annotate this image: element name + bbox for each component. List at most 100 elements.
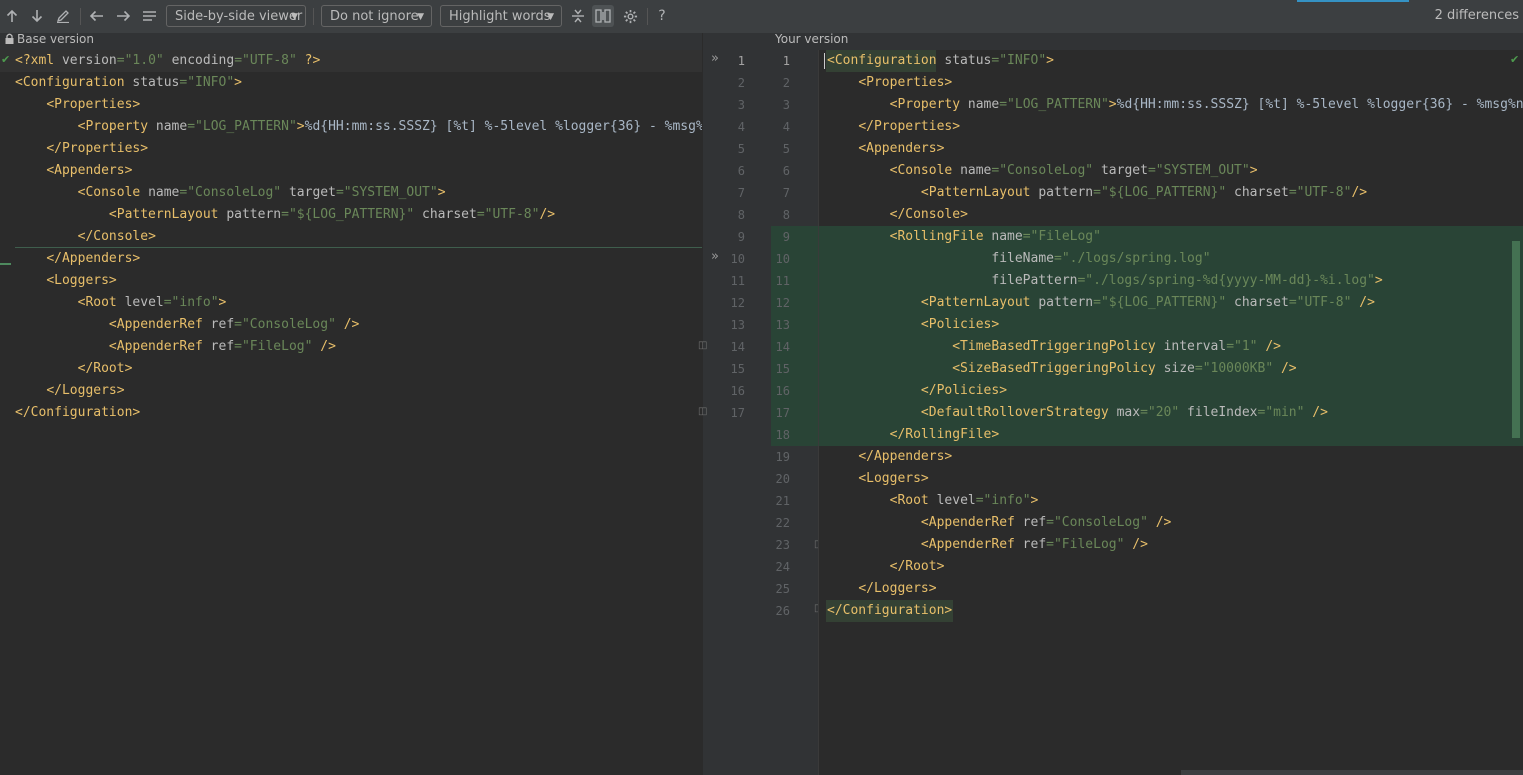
- code-token: interval: [1163, 339, 1227, 354]
- code-line: <RollingFile name="FileLog": [827, 226, 1101, 248]
- code-token: >: [218, 295, 227, 310]
- code-token: ref: [210, 339, 235, 354]
- code-token: >: [1030, 493, 1039, 508]
- highlight-mode-select[interactable]: Highlight words ▼: [440, 5, 562, 27]
- code-token: <AppenderRef: [108, 339, 211, 354]
- list-icon[interactable]: [138, 5, 160, 27]
- code-line: <Appenders>: [15, 160, 132, 182]
- code-token: </Configuration>: [827, 603, 953, 618]
- collapse-icon[interactable]: [567, 5, 589, 27]
- code-token: name: [960, 163, 992, 178]
- code-token: </Console>: [77, 229, 156, 244]
- code-line: </Appenders>: [827, 446, 952, 468]
- code-token: level: [124, 295, 164, 310]
- apply-chevron-icon[interactable]: »: [711, 51, 719, 66]
- code-token: </Loggers>: [858, 581, 937, 596]
- code-line: </Loggers>: [827, 578, 937, 600]
- code-token: ="20": [1140, 405, 1188, 420]
- code-token: ="info": [163, 295, 219, 310]
- insertion-indicator: [0, 263, 11, 265]
- code-line: <PatternLayout pattern="${LOG_PATTERN}" …: [15, 204, 555, 226]
- code-token: <Console: [889, 163, 961, 178]
- gear-icon[interactable]: [619, 5, 641, 27]
- line-number: 5: [737, 142, 745, 156]
- left-editor[interactable]: <?xml version="1.0" encoding="UTF-8" ?> <…: [0, 50, 702, 775]
- line-number: 9: [737, 230, 745, 244]
- line-number: 12: [730, 296, 745, 310]
- code-token: </Properties>: [858, 119, 961, 134]
- arrow-left-icon[interactable]: [86, 5, 108, 27]
- line-number: 8: [782, 208, 790, 222]
- code-token: <Configuration: [15, 75, 133, 90]
- code-line: </Appenders>: [15, 248, 140, 270]
- code-line: </Properties>: [827, 116, 960, 138]
- whitespace-mode-label: Do not ignore: [330, 9, 419, 24]
- code-token: ="ConsoleLog": [1046, 515, 1156, 530]
- line-number: 17: [775, 406, 790, 420]
- lock-icon: [5, 33, 14, 47]
- code-line: <TimeBasedTriggeringPolicy interval="1" …: [827, 336, 1281, 358]
- fold-icon[interactable]: ◫: [698, 340, 707, 351]
- code-line: <Properties>: [15, 94, 140, 116]
- line-number: 14: [775, 340, 790, 354]
- horizontal-scrollbar[interactable]: [1181, 770, 1523, 775]
- code-token: <Loggers>: [46, 273, 117, 288]
- code-token: charset: [422, 207, 477, 222]
- chevron-down-icon: ▼: [291, 12, 298, 22]
- code-token: pattern: [1038, 185, 1094, 200]
- diff-count: 2 differences: [1434, 8, 1519, 23]
- code-token: level: [936, 493, 976, 508]
- code-token: </Root>: [889, 559, 945, 574]
- code-token: pattern: [226, 207, 282, 222]
- code-line: </Properties>: [15, 138, 148, 160]
- toolbar-separator: [80, 8, 81, 25]
- arrow-up-icon[interactable]: [1, 5, 23, 27]
- code-token: fileName: [991, 251, 1054, 266]
- line-number: 13: [775, 318, 790, 332]
- code-line: </Root>: [15, 358, 133, 380]
- whitespace-mode-select[interactable]: Do not ignore ▼: [321, 5, 432, 27]
- help-icon[interactable]: ?: [651, 5, 673, 27]
- sync-scroll-icon[interactable]: [592, 5, 614, 27]
- code-line: filePattern="./logs/spring-%d{yyyy-MM-dd…: [827, 270, 1383, 292]
- code-line: <PatternLayout pattern="${LOG_PATTERN}" …: [827, 182, 1367, 204]
- line-number: 11: [775, 274, 790, 288]
- code-token: ="SYSTEM_OUT": [1147, 163, 1250, 178]
- code-token: >: [1374, 273, 1383, 288]
- line-number: 2: [737, 76, 745, 90]
- apply-chevron-icon[interactable]: »: [711, 249, 719, 264]
- fold-icon[interactable]: ◫: [698, 406, 707, 417]
- code-token: ="ConsoleLog": [234, 317, 344, 332]
- code-token: <Root: [77, 295, 125, 310]
- code-token: >: [1108, 97, 1117, 112]
- viewer-mode-select[interactable]: Side-by-side viewer ▼: [166, 5, 306, 27]
- edit-icon[interactable]: [52, 5, 74, 27]
- code-token: >: [1046, 53, 1054, 68]
- line-number: 14: [730, 340, 745, 354]
- code-token: ="FileLog": [1022, 229, 1101, 244]
- code-token: <Policies>: [920, 317, 1000, 332]
- code-token: version: [61, 53, 117, 68]
- code-token: ="LOG_PATTERN": [187, 119, 297, 134]
- line-number: 4: [782, 120, 790, 134]
- code-token: </Policies>: [920, 383, 1008, 398]
- arrow-down-icon[interactable]: [26, 5, 48, 27]
- line-number: 1: [782, 54, 790, 68]
- line-number: 6: [782, 164, 790, 178]
- arrow-right-icon[interactable]: [112, 5, 134, 27]
- right-editor[interactable]: <Configuration status="INFO"> <Propertie…: [819, 50, 1523, 775]
- check-icon: ✔: [1, 53, 11, 66]
- code-token: status: [132, 75, 180, 90]
- code-token: ="1.0": [116, 53, 172, 68]
- line-number: 5: [782, 142, 790, 156]
